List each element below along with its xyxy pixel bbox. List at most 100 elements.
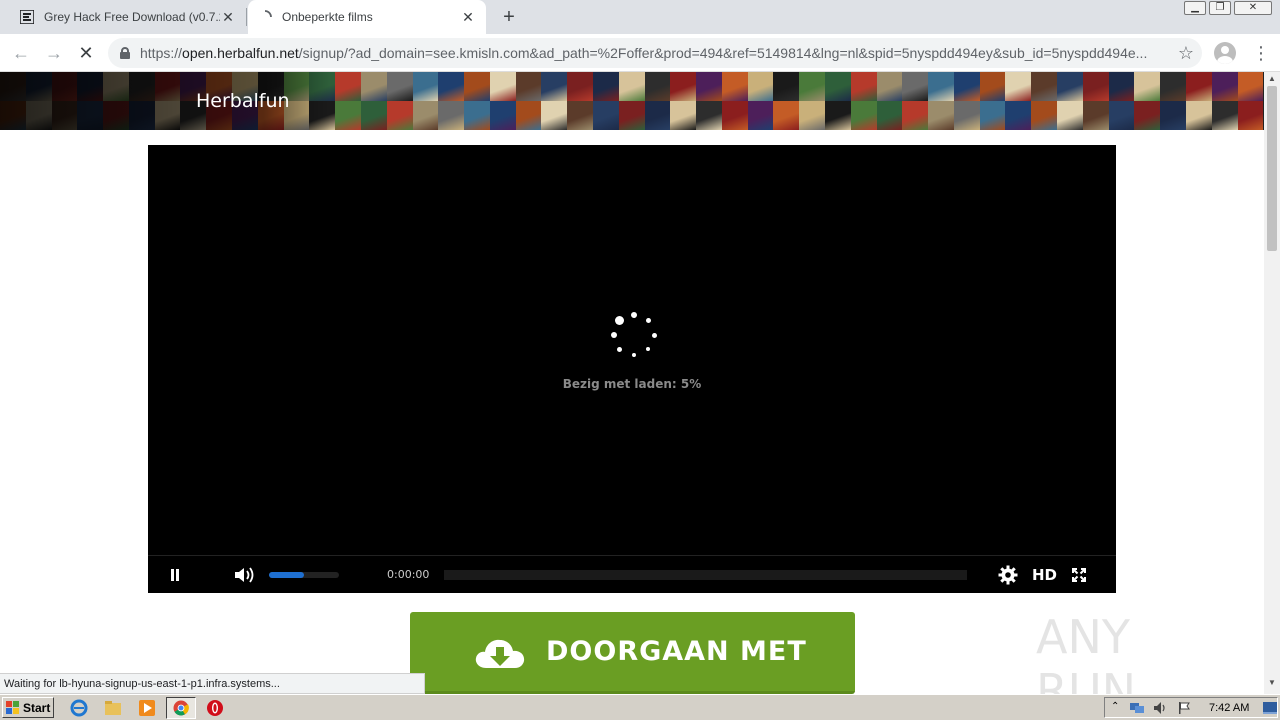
internet-explorer-icon[interactable]: [70, 699, 88, 717]
poster-tile: [464, 72, 490, 101]
poster-tile: [1185, 101, 1212, 130]
poster-tile: [799, 101, 825, 130]
poster-tile: [644, 72, 671, 101]
folder-icon[interactable]: [104, 699, 122, 717]
poster-tile: [644, 101, 671, 130]
page-scrollbar[interactable]: ▲ ▼: [1264, 72, 1280, 694]
scroll-thumb[interactable]: [1267, 86, 1277, 251]
poster-tile: [1134, 101, 1161, 130]
flag-icon[interactable]: [1177, 701, 1191, 715]
poster-tile: [953, 72, 980, 101]
poster-tile: [464, 101, 490, 130]
poster-tile: [618, 101, 645, 130]
media-player-icon[interactable]: [138, 699, 156, 717]
poster-tile: [1211, 72, 1238, 101]
poster-tile: [1005, 72, 1032, 101]
poster-tile: [902, 72, 929, 101]
bookmark-star-icon[interactable]: ☆: [1178, 43, 1194, 64]
poster-tile: [541, 72, 568, 101]
poster-tile: [670, 101, 697, 130]
address-bar[interactable]: https://open.herbalfun.net/signup/?ad_do…: [108, 38, 1202, 68]
status-bubble: Waiting for lb-hyuna-signup-us-east-1-p1…: [0, 673, 425, 694]
favicon-icon: [20, 10, 34, 24]
poster-tile: [1031, 72, 1058, 101]
poster-tile: [386, 101, 413, 130]
poster-tile: [1057, 72, 1083, 101]
opera-icon[interactable]: [206, 699, 224, 717]
tab-label: Onbeperkte films: [282, 10, 373, 24]
minimize-button[interactable]: ▁: [1184, 1, 1206, 15]
window-close-button[interactable]: ✕: [1234, 1, 1272, 15]
gear-icon[interactable]: [998, 565, 1018, 585]
browser-toolbar: ← → ✕ https://open.herbalfun.net/signup/…: [0, 34, 1280, 72]
taskbar-chrome-button[interactable]: [166, 697, 196, 719]
poster-tile: [773, 101, 800, 130]
back-icon[interactable]: ←: [10, 42, 32, 64]
taskbar: Start ⌃ 7:42 AM: [0, 694, 1280, 720]
poster-tile: [696, 72, 722, 101]
poster-tile: [799, 72, 825, 101]
close-icon[interactable]: ✕: [460, 9, 476, 25]
poster-tile: [567, 101, 593, 130]
poster-tile: [1211, 101, 1238, 130]
forward-icon[interactable]: →: [43, 42, 65, 64]
poster-tile: [1237, 72, 1264, 101]
poster-tile: [876, 72, 903, 101]
poster-tile: [1108, 72, 1135, 101]
url-text[interactable]: https://open.herbalfun.net/signup/?ad_do…: [140, 45, 1160, 61]
new-tab-button[interactable]: +: [498, 6, 520, 28]
browser-menu-icon[interactable]: ⋮: [1252, 42, 1270, 64]
chrome-icon: [173, 700, 189, 716]
tab-strip: Grey Hack Free Download (v0.7.290 ✕ Onbe…: [0, 0, 1280, 34]
fullscreen-icon[interactable]: [1071, 567, 1087, 583]
poster-tile: [850, 72, 877, 101]
seek-bar[interactable]: [444, 570, 967, 580]
page-content: Herbalfun Bezig met laden: 5% 0:00:00 HD…: [0, 72, 1264, 694]
tray-expand-icon[interactable]: ⌃: [1111, 701, 1119, 712]
volume-icon[interactable]: [234, 566, 256, 584]
pause-icon[interactable]: [170, 569, 180, 581]
poster-tile: [979, 101, 1006, 130]
site-logo[interactable]: Herbalfun: [196, 90, 290, 112]
start-button[interactable]: Start: [2, 697, 54, 718]
spinner-dot: [615, 316, 625, 326]
poster-tile: [412, 72, 439, 101]
poster-tile: [1082, 72, 1109, 101]
speaker-icon[interactable]: [1153, 701, 1167, 715]
continue-button[interactable]: DOORGAAN MET: [410, 612, 855, 694]
profile-avatar-icon[interactable]: [1214, 42, 1236, 64]
poster-tile: [515, 101, 542, 130]
video-player[interactable]: Bezig met laden: 5% 0:00:00 HD: [148, 145, 1116, 593]
close-icon[interactable]: ✕: [220, 9, 236, 25]
show-desktop-icon[interactable]: [1263, 702, 1277, 714]
tab-grey-hack[interactable]: Grey Hack Free Download (v0.7.290 ✕: [10, 0, 246, 34]
scroll-up-icon[interactable]: ▲: [1267, 74, 1277, 83]
poster-tile: [773, 72, 800, 101]
tab-onbeperkte-films[interactable]: Onbeperkte films ✕: [248, 0, 486, 34]
poster-tile: [1005, 101, 1032, 130]
lock-icon: [120, 47, 130, 59]
windows-logo-icon: [6, 700, 19, 714]
poster-tile: [592, 72, 619, 101]
network-icon[interactable]: [1129, 701, 1145, 715]
volume-slider[interactable]: [269, 572, 339, 578]
spinner-dot: [645, 318, 651, 324]
poster-tile: [953, 101, 980, 130]
restore-button[interactable]: ❐: [1209, 1, 1231, 15]
poster-tile: [850, 101, 877, 130]
stop-icon[interactable]: ✕: [75, 42, 97, 64]
time-display: 0:00:00: [387, 568, 430, 581]
poster-tile: [928, 72, 954, 101]
poster-tile: [670, 72, 697, 101]
scroll-down-icon[interactable]: ▼: [1267, 678, 1277, 687]
hd-quality-button[interactable]: HD: [1032, 566, 1057, 584]
poster-tile: [489, 72, 516, 101]
loading-spinner-icon: [264, 10, 272, 18]
poster-tile: [747, 101, 774, 130]
spinner-dot: [632, 353, 636, 357]
poster-tile: [567, 72, 593, 101]
poster-tile: [1185, 72, 1212, 101]
continue-button-label: DOORGAAN MET: [546, 636, 807, 667]
poster-tile: [1057, 101, 1083, 130]
spinner-dot: [646, 347, 651, 352]
